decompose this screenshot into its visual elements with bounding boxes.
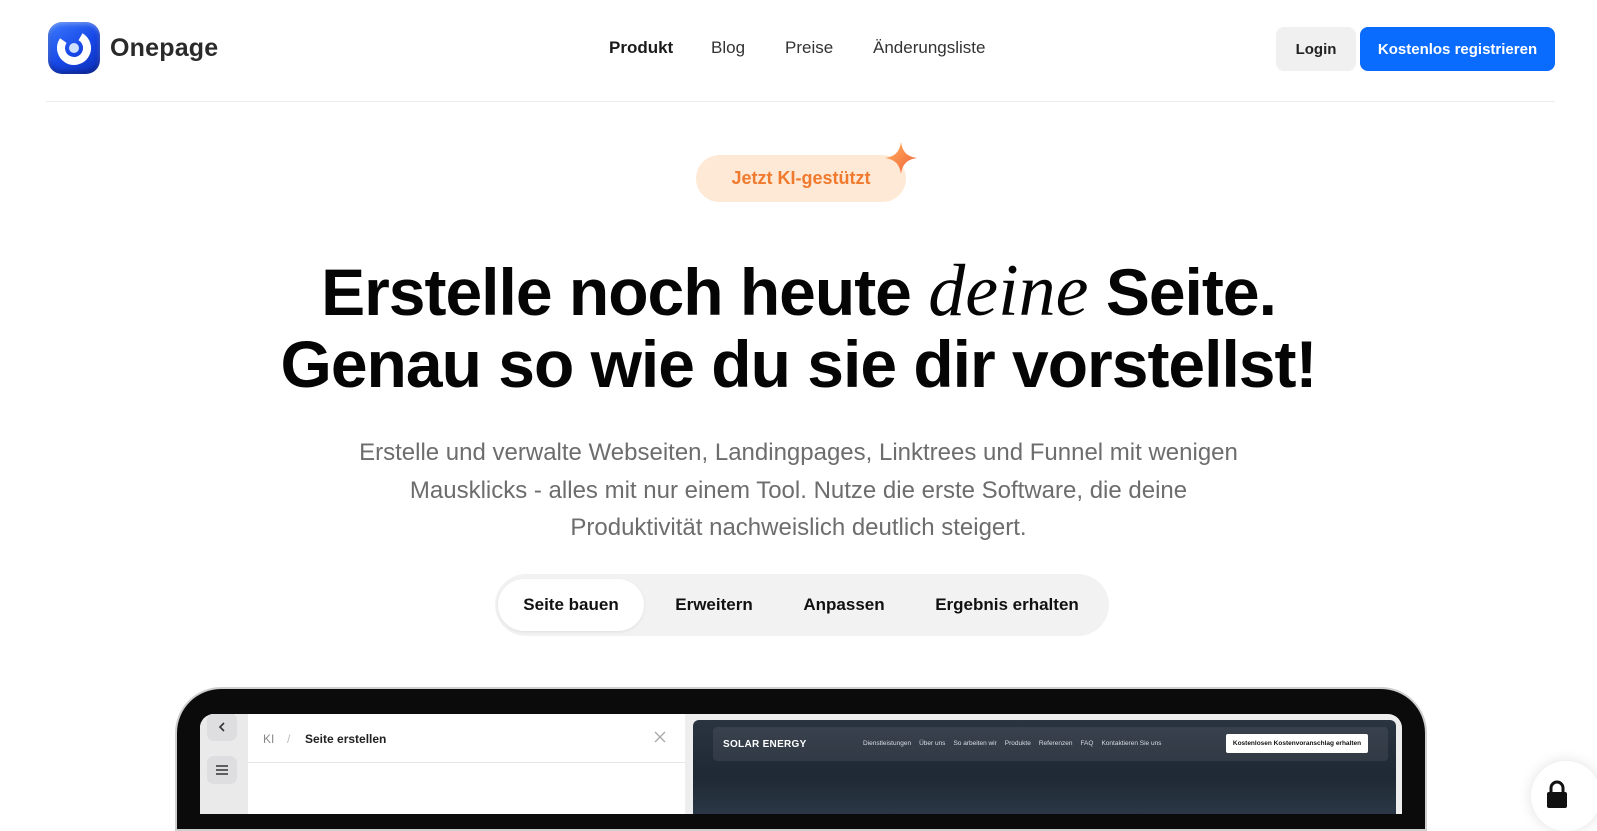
register-button[interactable]: Kostenlos registrieren <box>1360 27 1555 71</box>
sparkle-icon <box>885 142 917 174</box>
ai-badge[interactable]: Jetzt KI-gestützt <box>696 155 906 202</box>
floating-lock-button[interactable] <box>1531 761 1597 831</box>
breadcrumb-ki[interactable]: KI <box>263 732 274 746</box>
preview-link: FAQ <box>1080 740 1094 747</box>
headline-part2: Seite. <box>1088 255 1277 329</box>
breadcrumb-separator: / <box>287 732 291 746</box>
breadcrumb-current: Seite erstellen <box>305 732 387 746</box>
preview-link: Kontaktieren Sie uns <box>1101 740 1162 747</box>
tab-anpassen[interactable]: Anpassen <box>782 579 906 631</box>
editor-rail <box>200 714 248 814</box>
preview-navbar: SOLAR ENERGY Dienstleistungen Über uns S… <box>713 727 1388 761</box>
close-icon[interactable] <box>654 727 666 748</box>
hero-subtitle: Erstelle und verwalte Webseiten, Landing… <box>359 439 1238 541</box>
tab-seite-bauen[interactable]: Seite bauen <box>498 579 644 631</box>
main-menu: Produkt Blog Preise Änderungsliste <box>0 38 1597 62</box>
chevron-left-icon[interactable] <box>207 714 237 741</box>
preview-link: Über uns <box>919 740 946 747</box>
preview-links: Dienstleistungen Über uns So arbeiten wi… <box>863 740 1161 747</box>
headline-line2: Genau so wie du sie dir vorstellst! <box>280 327 1318 401</box>
preview-link: Dienstleistungen <box>863 740 912 747</box>
ai-badge-label: Jetzt KI-gestützt <box>731 168 871 188</box>
site-preview: SOLAR ENERGY Dienstleistungen Über uns S… <box>693 720 1396 814</box>
headline-italic: deine <box>928 250 1089 332</box>
feature-tabs: Seite bauen Erweitern Anpassen Ergebnis … <box>495 574 1109 636</box>
nav-item-blog[interactable]: Blog <box>711 38 745 58</box>
tab-ergebnis-erhalten[interactable]: Ergebnis erhalten <box>910 579 1104 631</box>
preview-link: So arbeiten wir <box>953 740 997 747</box>
editor-body <box>248 763 685 814</box>
editor-header: KI / Seite erstellen <box>248 714 685 763</box>
headline-part1: Erstelle noch heute <box>321 255 929 329</box>
hero-headline: Erstelle noch heute deine Seite. Genau s… <box>0 254 1597 401</box>
top-navigation: Onepage Produkt Blog Preise Änderungslis… <box>0 0 1597 100</box>
preview-brand: SOLAR ENERGY <box>723 739 807 750</box>
tab-erweitern[interactable]: Erweitern <box>650 579 778 631</box>
nav-divider <box>46 101 1555 102</box>
hamburger-menu-icon[interactable] <box>207 756 237 784</box>
app-screen: KI / Seite erstellen SOLAR ENERGY Dienst… <box>200 714 1402 814</box>
preview-cta-button: Kostenlosen Kostenvoranschlag erhalten <box>1226 734 1368 753</box>
nav-item-produkt[interactable]: Produkt <box>609 38 673 58</box>
preview-link: Referenzen <box>1038 740 1073 747</box>
editor-panel: KI / Seite erstellen <box>200 714 685 814</box>
nav-item-aenderungsliste[interactable]: Änderungsliste <box>873 38 985 58</box>
nav-item-preise[interactable]: Preise <box>785 38 833 58</box>
lock-icon <box>1547 780 1567 808</box>
preview-link: Produkte <box>1004 740 1031 747</box>
login-button[interactable]: Login <box>1276 27 1356 71</box>
